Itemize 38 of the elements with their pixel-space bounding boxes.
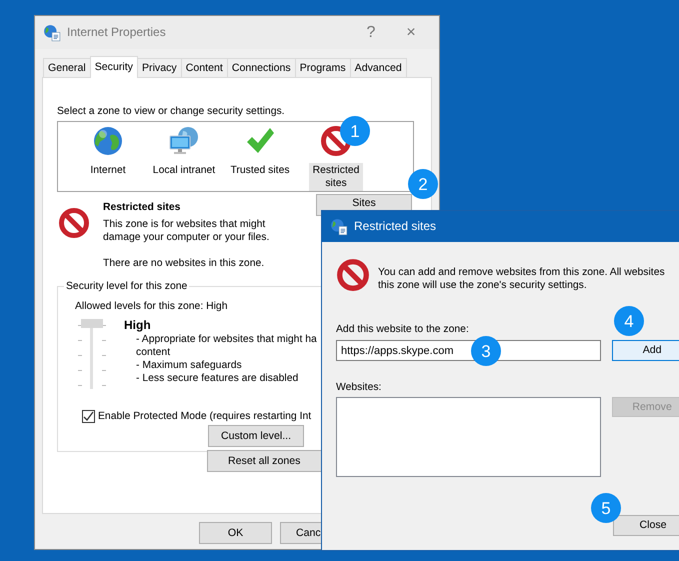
dialog-message: You can add and remove websites from this zone. All websites this zone will use the zone's security settings. [378,266,665,292]
no-entry-icon [336,258,370,292]
no-entry-icon [58,207,90,239]
checkbox[interactable] [82,410,95,423]
close-button[interactable]: Close [613,515,679,536]
add-button[interactable]: Add [612,340,679,361]
zone-description: This zone is for websites that might damage your computer or your files. [103,218,270,244]
slider-thumb[interactable] [81,319,103,328]
custom-level-button[interactable]: Custom level... [208,425,304,447]
app-icon [330,218,348,236]
zone-note: There are no websites in this zone. [103,257,266,270]
zone-item[interactable]: Internet [87,163,129,178]
zone-item[interactable]: Trusted sites [227,163,293,178]
list-label: Websites: [336,381,382,394]
globe-icon [92,125,124,157]
monitor-globe-icon [168,125,200,157]
close-button[interactable]: × [391,26,431,39]
group-label: Security level for this zone [64,280,190,293]
zone-item[interactable]: Local intranet [150,163,218,178]
help-button[interactable]: ? [351,26,391,39]
window-title: Internet Properties [67,26,167,39]
security-slider[interactable] [77,319,107,391]
no-entry-icon [320,125,352,157]
tab[interactable]: General [43,58,91,77]
tab[interactable]: Security [90,56,138,78]
app-icon [43,24,61,42]
zone-prompt: Select a zone to view or change security settings. [57,105,286,118]
ok-button[interactable]: OK [199,522,272,544]
level-description: - Appropriate for websites that might ha content - Maximum safeguards - Less secure features are disabled [136,333,317,385]
tab[interactable]: Advanced [350,58,407,77]
checkbox-label: Enable Protected Mode (requires restarting Int [98,410,312,423]
window-title: Restricted sites [354,220,436,233]
allowed-levels: Allowed levels for this zone: High [75,300,228,313]
websites-list[interactable] [336,397,602,477]
zone-item[interactable]: Restricted sites [309,163,363,191]
zone-title: Restricted sites [103,201,182,214]
field-label: Add this website to the zone: [336,323,470,336]
level-name: High [124,319,152,332]
